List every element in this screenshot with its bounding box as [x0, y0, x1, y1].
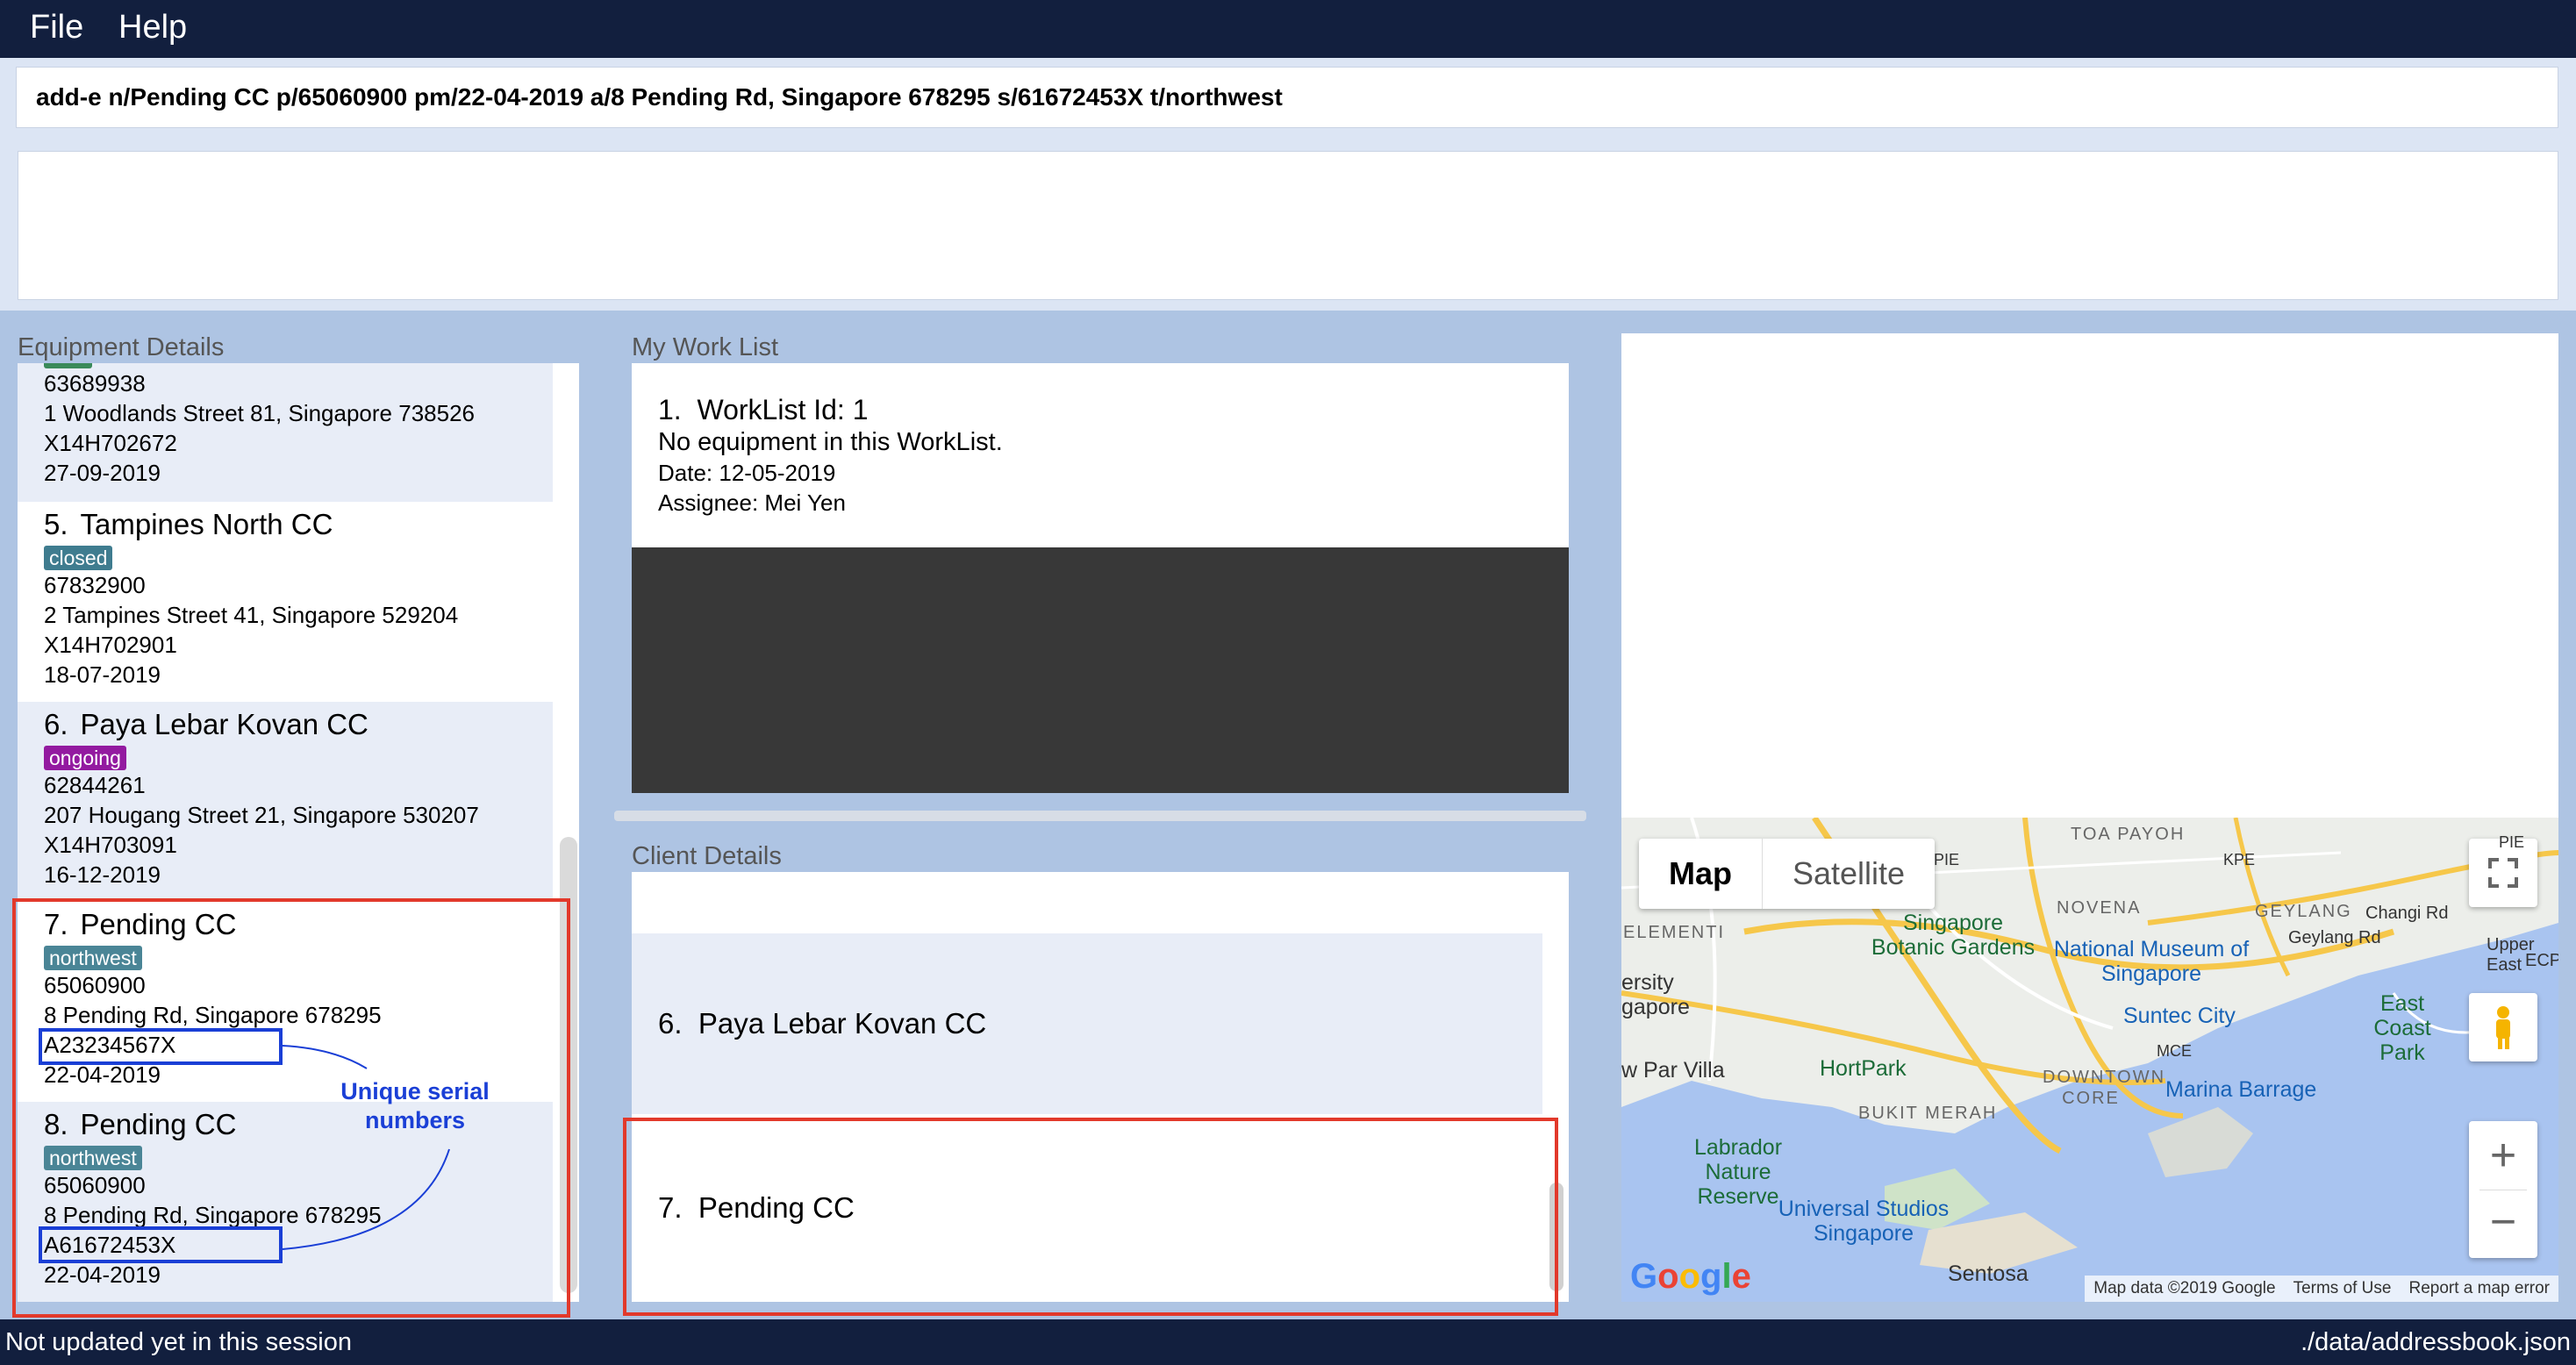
google-map[interactable]: Map Satellite + − TOA PAYOH NOVENA GEYLA…	[1621, 818, 2558, 1302]
map-label-changi-rd: Changi Rd	[2365, 904, 2449, 923]
client-name: Paya Lebar Kovan CC	[698, 1007, 987, 1040]
annotation-line-1: Unique serial	[340, 1078, 490, 1104]
terms-of-use-link[interactable]: Terms of Use	[2285, 1276, 2401, 1302]
map-attribution: Map data ©2019 Google Terms of Use Repor…	[2085, 1276, 2558, 1302]
map-label-bukit-merah: BUKIT MERAH	[1858, 1104, 1998, 1123]
map-label-pasir-panjang: w Par Villa	[1621, 1058, 1725, 1083]
worklist-empty-message: No equipment in this WorkList.	[658, 428, 1003, 456]
google-logo: Google	[1630, 1257, 1751, 1296]
map-label-suntec-city: Suntec City	[2123, 1004, 2236, 1028]
map-label-mce: MCE	[2157, 1042, 2192, 1060]
map-type-control: Map Satellite	[1639, 839, 1936, 909]
satellite-button[interactable]: Satellite	[1763, 839, 1935, 909]
map-label-pie-east: PIE	[2499, 833, 2525, 851]
map-button[interactable]: Map	[1639, 839, 1763, 909]
map-label-hortpark: HortPark	[1820, 1056, 1907, 1081]
map-label-ersity: ersity gapore	[1621, 970, 1690, 1019]
zoom-in-button[interactable]: +	[2469, 1121, 2537, 1190]
zoom-control: + −	[2469, 1121, 2537, 1258]
zoom-out-button[interactable]: −	[2469, 1190, 2537, 1258]
map-label-kpe: KPE	[2223, 851, 2256, 868]
pegman-icon	[2496, 1006, 2510, 1049]
worklist-title: 1. WorkList Id: 1	[658, 393, 1569, 426]
map-data-credit: Map data ©2019 Google	[2093, 1279, 2276, 1297]
browser-panel	[1621, 333, 2558, 818]
map-label-east-coast-park: East Coast Park	[2373, 991, 2431, 1065]
map-label-downtown-core: DOWNTOWN CORE	[2043, 1068, 2166, 1108]
map-label-sentosa: Sentosa	[1948, 1261, 2029, 1286]
map-label-marina-barrage: Marina Barrage	[2165, 1077, 2317, 1102]
map-label-geylang-rd: Geylang Rd	[2288, 928, 2381, 947]
worklist-date: Date: 12-05-2019	[658, 460, 836, 486]
street-view-button[interactable]	[2469, 993, 2537, 1061]
map-label-botanic-gardens: Singapore Botanic Gardens	[1871, 911, 2036, 960]
map-label-pie: PIE	[1934, 851, 1960, 868]
map-label-national-museum: National Museum of Singapore	[2053, 937, 2250, 986]
client-card[interactable]: 6. Paya Lebar Kovan CC	[632, 933, 1542, 1114]
split-pane-divider[interactable]	[614, 811, 1586, 821]
worklist-card[interactable]: 1. WorkList Id: 1 No equipment in this W…	[632, 363, 1569, 547]
annotation-red-box-client	[623, 1118, 1558, 1316]
map-label-geylang: GEYLANG	[2255, 902, 2352, 921]
map-label-novena: NOVENA	[2057, 898, 2142, 918]
report-map-error-link[interactable]: Report a map error	[2400, 1276, 2558, 1302]
annotation-text: Unique serial numbers	[323, 1077, 507, 1135]
map-label-ecp: ECP	[2525, 951, 2558, 970]
client-index: 6.	[658, 1007, 683, 1040]
worklist-assignee: Assignee: Mei Yen	[658, 490, 846, 516]
map-label-toa-payoh: TOA PAYOH	[2071, 825, 2186, 844]
worklist-equipment-area	[632, 547, 1569, 793]
annotation-line-2: numbers	[364, 1107, 466, 1133]
sync-status: Not updated yet in this session	[5, 1328, 352, 1356]
map-label-universal-studios: Universal Studios Singapore	[1778, 1197, 1950, 1246]
worklist-id: WorkList Id: 1	[697, 394, 869, 425]
save-location: ./data/addressbook.json	[2301, 1328, 2571, 1356]
worklist-index: 1.	[658, 394, 682, 425]
status-bar: Not updated yet in this session ./data/a…	[0, 1319, 2576, 1365]
map-label-elementi: ELEMENTI	[1623, 923, 1726, 942]
